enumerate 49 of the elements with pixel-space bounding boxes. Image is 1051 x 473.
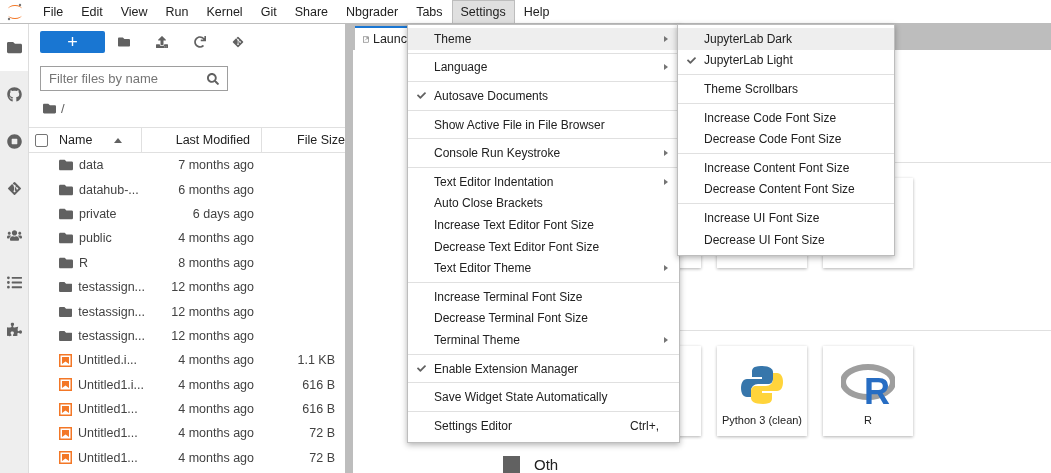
modified-time: 4 months ago: [178, 377, 254, 392]
file-size: 72 B: [309, 426, 335, 441]
menu-item-label: Settings Editor: [434, 418, 514, 433]
menu-item-label: JupyterLab Light: [704, 53, 794, 68]
menu-item-label: Theme Scrollbars: [704, 82, 800, 96]
menu-item-label: Save Widget State Automatically: [434, 390, 609, 405]
menu-item-label: Decrease UI Font Size: [704, 232, 826, 247]
modified-time: 4 months ago: [178, 231, 254, 246]
menu-item-label: Increase Terminal Font Size: [434, 289, 584, 304]
file-size: 616 B: [302, 377, 335, 392]
menu-item-label: Auto Close Brackets: [434, 196, 544, 211]
modified-time: 4 months ago: [178, 426, 254, 441]
menu-item-label: JupyterLab Dark: [704, 31, 794, 46]
modified-time: 7 months ago: [178, 158, 254, 173]
menu-item-label: Decrease Text Editor Font Size: [434, 239, 601, 254]
modified-time: 4 months ago: [178, 402, 254, 417]
modified-time: 4 months ago: [178, 450, 254, 465]
menu-item-label: Theme: [434, 31, 473, 46]
file-size: 1.1 KB: [297, 353, 335, 368]
menu-item-label: Increase Content Font Size: [704, 160, 851, 175]
menu-item-label: Increase Text Editor Font Size: [434, 217, 595, 232]
section-heading: Oth: [534, 456, 559, 473]
shortcut-label: Ctrl+,: [630, 418, 659, 433]
card-label: R: [864, 414, 872, 426]
file-size: 72 B: [309, 450, 335, 465]
menu-item-label: Language: [434, 60, 489, 75]
menu-item-label: Console Run Keystroke: [434, 146, 562, 161]
modified-time: 6 months ago: [178, 182, 254, 197]
menu-item-label: Decrease Content Font Size: [704, 182, 856, 197]
menu-item-label: Text Editor Indentation: [434, 174, 555, 189]
menu-item-label: Autosave Documents: [434, 89, 550, 103]
modified-time: 12 months ago: [171, 304, 254, 319]
file-size: 616 B: [302, 402, 335, 417]
modified-time: 8 months ago: [178, 255, 254, 270]
modified-time: 12 months ago: [171, 280, 254, 295]
card-label: Python 3 (clean): [721, 414, 803, 426]
tab-label: Launc: [372, 32, 407, 46]
menu-item-label: Decrease Code Font Size: [704, 132, 843, 147]
menu-item-label: Show Active File in File Browser: [434, 117, 606, 132]
menu-item-label: Increase UI Font Size: [704, 210, 821, 225]
r-logo: R: [841, 364, 895, 406]
menu-item-label: Text Editor Theme: [434, 261, 533, 276]
modified-time: 4 months ago: [178, 353, 254, 368]
menu-item-label: Increase Code Font Size: [704, 110, 838, 125]
modified-time: 12 months ago: [171, 328, 254, 343]
menu-item-label: Enable Extension Manager: [434, 361, 580, 376]
menu-item-label: Terminal Theme: [434, 332, 521, 347]
modified-time: 6 days ago: [192, 206, 254, 221]
menu-item-label: Decrease Terminal Font Size: [434, 311, 589, 326]
